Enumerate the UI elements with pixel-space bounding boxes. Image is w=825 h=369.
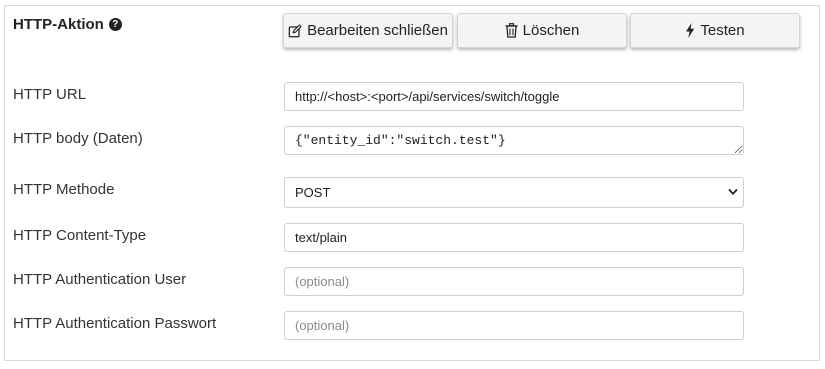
auth-user-input[interactable]	[284, 267, 744, 296]
body-textarea[interactable]: {"entity_id":"switch.test"}	[284, 126, 744, 155]
method-label: HTTP Methode	[13, 181, 115, 198]
trash-icon	[505, 23, 518, 38]
auth-user-label: HTTP Authentication User	[13, 271, 187, 288]
content-type-input[interactable]	[284, 223, 744, 252]
test-label: Testen	[700, 22, 745, 39]
panel-title: HTTP-Aktion	[13, 16, 104, 33]
method-select[interactable]: POST	[284, 177, 744, 208]
url-input[interactable]	[284, 82, 744, 111]
test-button[interactable]: Testen	[630, 13, 800, 48]
edit-icon	[288, 23, 302, 37]
url-label: HTTP URL	[13, 86, 87, 103]
auth-password-label: HTTP Authentication Passwort	[13, 315, 217, 332]
delete-button[interactable]: Löschen	[457, 13, 627, 48]
auth-password-input[interactable]	[284, 311, 744, 340]
edit-close-label: Bearbeiten schließen	[307, 22, 448, 39]
edit-close-button[interactable]: Bearbeiten schließen	[283, 13, 453, 48]
body-label: HTTP body (Daten)	[13, 130, 143, 147]
delete-label: Löschen	[522, 22, 580, 39]
content-type-label: HTTP Content-Type	[13, 227, 147, 244]
question-circle-icon[interactable]: ?	[108, 18, 122, 31]
panel-title-row: HTTP-Aktion ?	[13, 16, 122, 33]
bolt-icon	[686, 23, 695, 38]
